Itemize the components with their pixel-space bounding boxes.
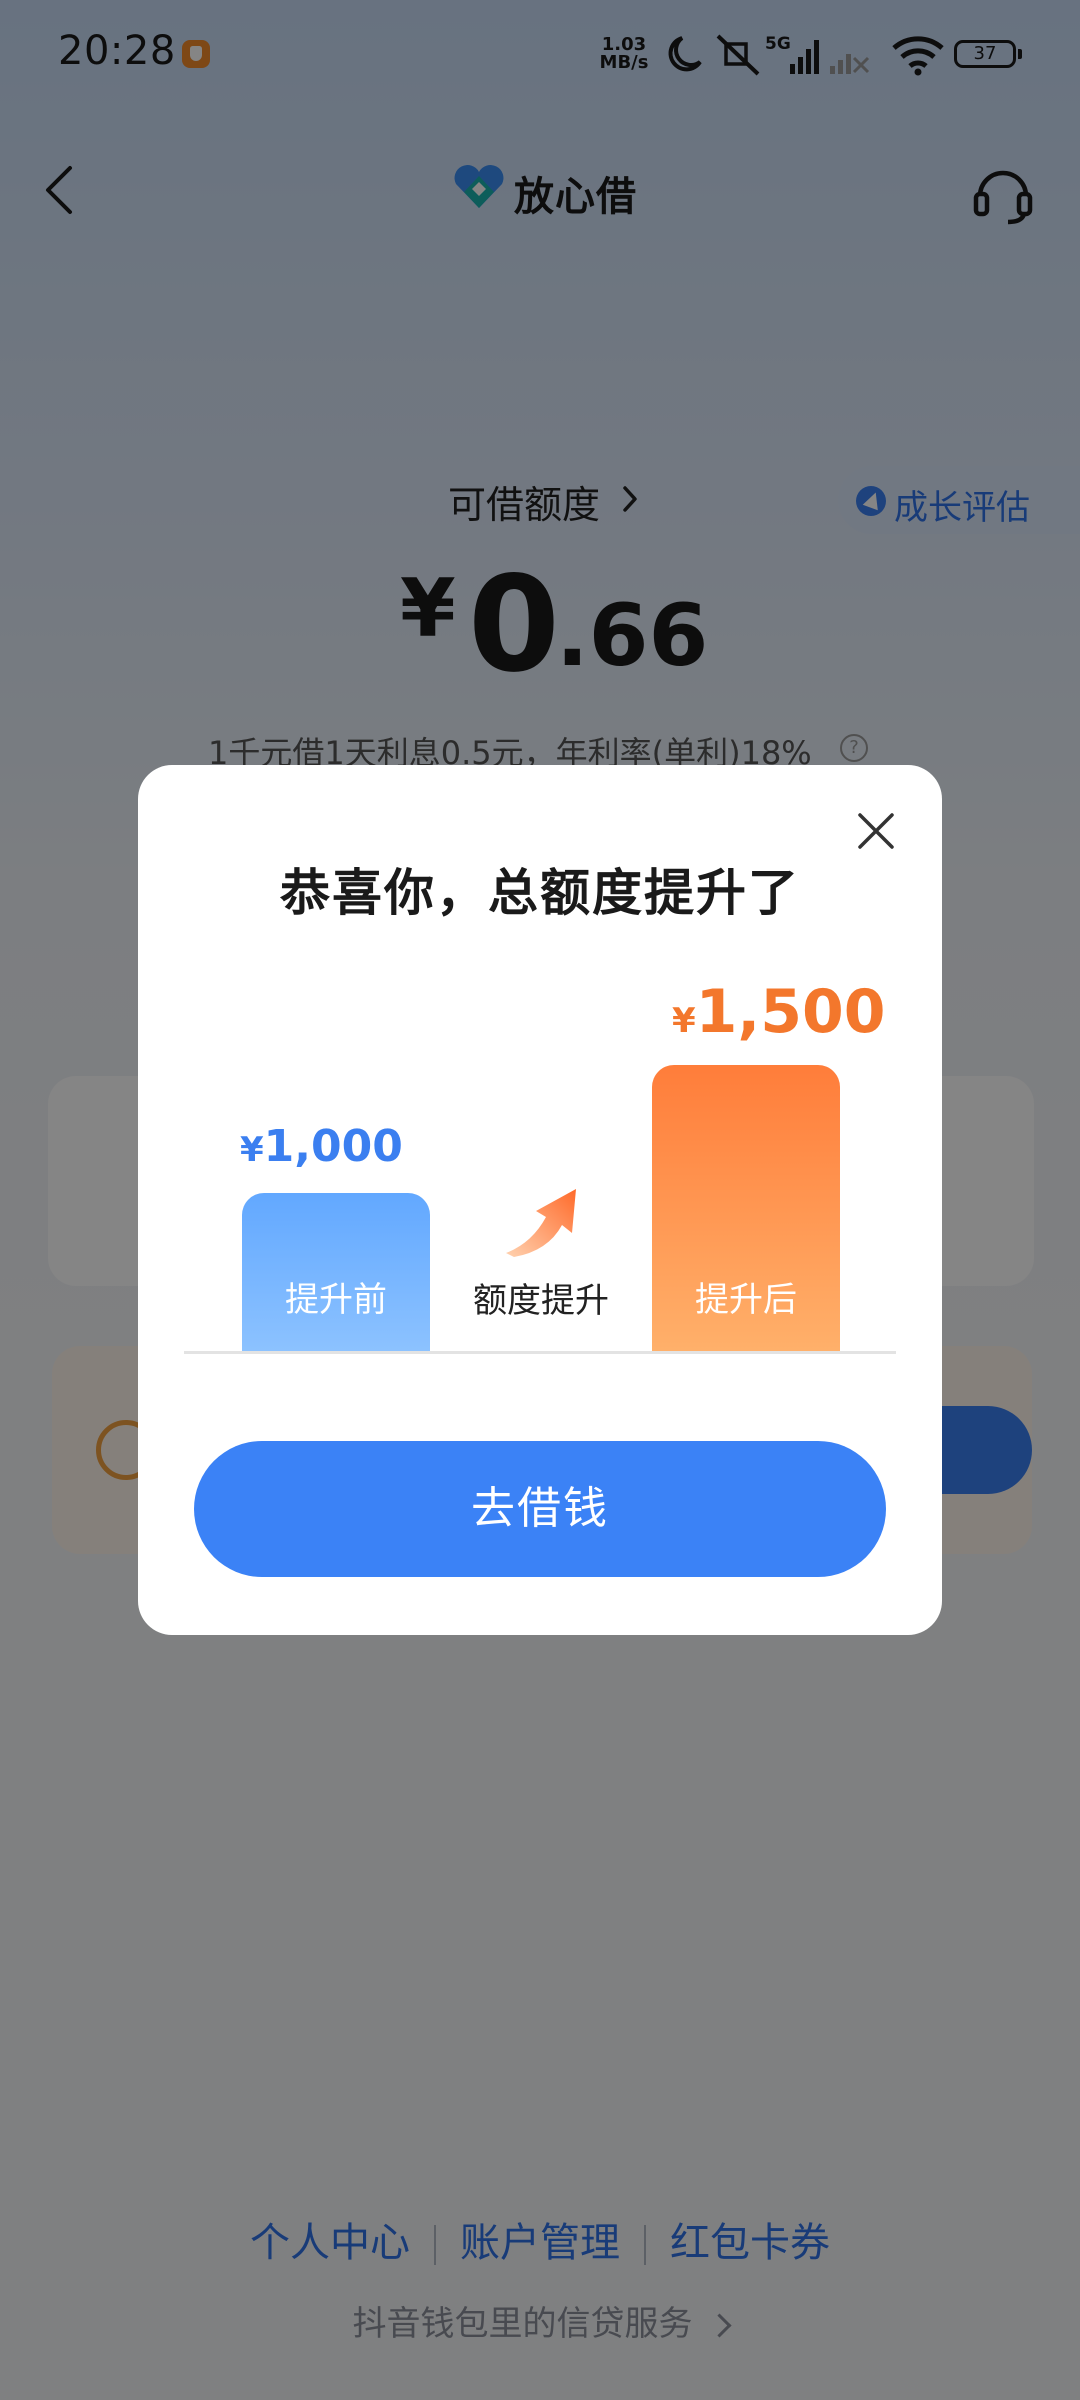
value-after-number: 1,500 bbox=[695, 977, 886, 1047]
value-before: ¥1,000 bbox=[240, 1121, 403, 1172]
credit-increase-modal: 恭喜你，总额度提升了 ¥1,000 提升前 额度提升 ¥1,500 提升后 去借… bbox=[138, 765, 942, 1635]
modal-title: 恭喜你，总额度提升了 bbox=[280, 864, 800, 922]
chart-baseline bbox=[184, 1351, 896, 1354]
raise-label: 额度提升 bbox=[473, 1281, 609, 1321]
app-screen: 20:28 1.03 MB/s 5G 37 放心借 可借额度 成长评估 ¥ 0 … bbox=[0, 0, 1080, 2400]
bar-before-label: 提升前 bbox=[285, 1280, 387, 1320]
close-icon[interactable] bbox=[854, 809, 898, 853]
value-after-currency: ¥ bbox=[672, 1001, 696, 1041]
borrow-button[interactable]: 去借钱 bbox=[194, 1441, 886, 1577]
value-before-number: 1,000 bbox=[263, 1121, 403, 1172]
bar-after-label: 提升后 bbox=[695, 1280, 797, 1320]
value-after: ¥1,500 bbox=[672, 977, 885, 1047]
raise-arrow-icon bbox=[506, 1189, 576, 1257]
value-before-currency: ¥ bbox=[240, 1130, 264, 1170]
bar-before: 提升前 bbox=[242, 1193, 430, 1351]
bar-after: 提升后 bbox=[652, 1065, 840, 1351]
